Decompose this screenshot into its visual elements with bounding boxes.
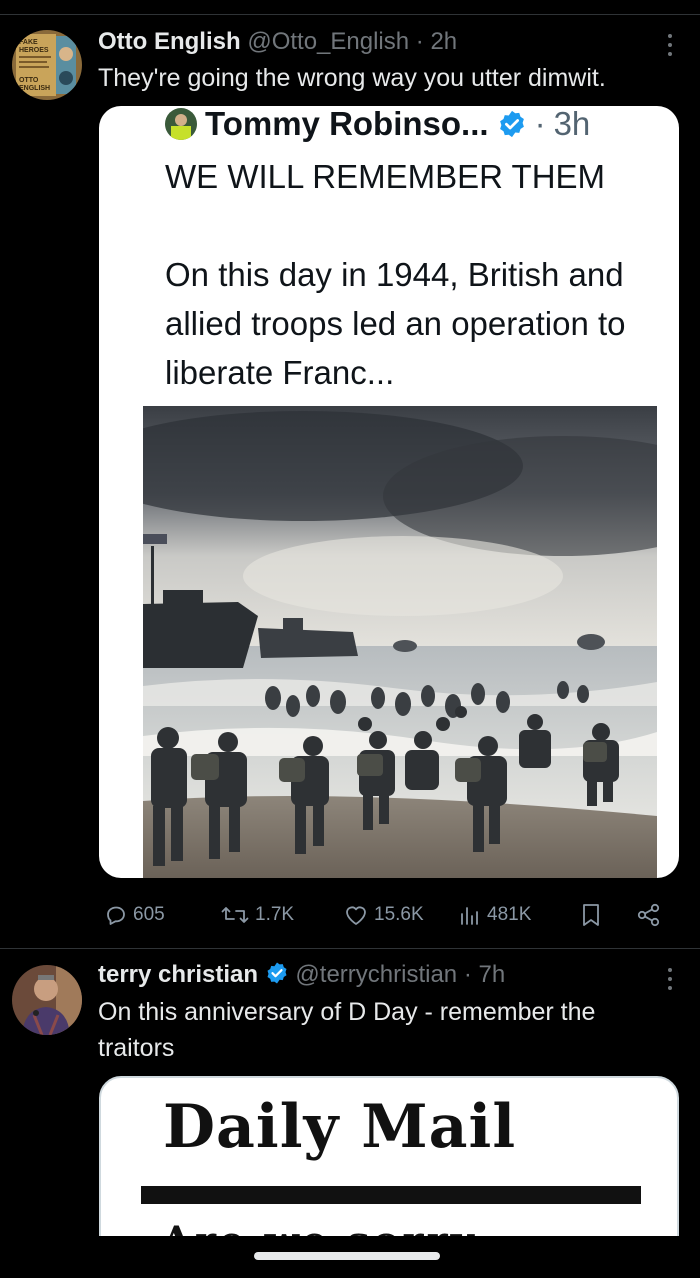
quoted-avatar bbox=[165, 108, 197, 140]
avatar-text-1: FAKE bbox=[19, 39, 38, 46]
separator-dot: · bbox=[409, 28, 431, 55]
bookmark-icon bbox=[583, 904, 599, 926]
quoted-tweet-header: Tommy Robinso... · 3h bbox=[165, 106, 590, 142]
like-button[interactable]: 15.6K bbox=[343, 895, 424, 935]
quoted-display-name: Tommy Robinso... bbox=[205, 106, 489, 142]
quoted-tweet-screenshot: Tommy Robinso... · 3h WE WILL REMEMBER TH… bbox=[143, 106, 657, 878]
tweet-text: They're going the wrong way you utter di… bbox=[98, 64, 606, 92]
repost-icon bbox=[221, 907, 249, 923]
repost-button[interactable]: 1.7K bbox=[220, 895, 294, 935]
reply-icon bbox=[107, 906, 125, 925]
display-name[interactable]: Otto English bbox=[98, 28, 241, 55]
user-handle[interactable]: @terrychristian bbox=[295, 961, 457, 988]
view-count: 481K bbox=[487, 904, 532, 925]
timestamp[interactable]: 2h bbox=[430, 28, 457, 55]
separator-dot: · bbox=[457, 961, 479, 988]
avatar-text-4: ENGLISH bbox=[19, 85, 50, 92]
avatar[interactable]: FAKE HEROES OTTO ENGLISH bbox=[12, 30, 82, 100]
masthead-side-print bbox=[104, 1084, 118, 1234]
views-button[interactable]: 481K bbox=[458, 895, 531, 935]
tweet-otto-english[interactable]: FAKE HEROES OTTO ENGLISH Otto English @O… bbox=[0, 0, 700, 948]
share-icon bbox=[637, 903, 660, 927]
home-indicator[interactable] bbox=[254, 1252, 440, 1260]
masthead-rule bbox=[141, 1186, 641, 1204]
more-options-icon[interactable] bbox=[666, 968, 674, 990]
avatar[interactable] bbox=[12, 965, 82, 1035]
d-day-landing-image bbox=[143, 406, 657, 878]
avatar-text-2: HEROES bbox=[19, 47, 49, 54]
display-name[interactable]: terry christian bbox=[98, 961, 258, 988]
tweet-header: Otto English @Otto_English · 2h bbox=[98, 28, 457, 56]
bookmark-button[interactable] bbox=[580, 895, 602, 935]
quoted-tweet-text: WE WILL REMEMBER THEM On this day in 194… bbox=[165, 158, 626, 391]
quoted-separator: · bbox=[534, 106, 546, 142]
like-count: 15.6K bbox=[374, 904, 424, 925]
newspaper-masthead: Daily Mail bbox=[163, 1092, 517, 1162]
reply-button[interactable]: 605 bbox=[104, 895, 165, 935]
user-handle[interactable]: @Otto_English bbox=[247, 28, 409, 55]
reply-count: 605 bbox=[133, 904, 165, 925]
verified-badge-icon bbox=[267, 962, 287, 984]
tweet-image-daily-mail[interactable]: Daily Mail Are we sorry bbox=[99, 1076, 679, 1246]
quoted-timestamp: 3h bbox=[553, 106, 591, 142]
share-button[interactable] bbox=[636, 895, 662, 935]
tweet-actions: 605 1.7K 15.6K 481K bbox=[0, 895, 700, 935]
tweet-header: terry christian @terrychristian · 7h bbox=[98, 961, 505, 989]
timestamp[interactable]: 7h bbox=[478, 961, 505, 988]
repost-count: 1.7K bbox=[255, 904, 295, 925]
heart-icon bbox=[346, 906, 366, 925]
avatar-text-3: OTTO bbox=[19, 77, 39, 84]
verified-badge-icon bbox=[499, 110, 524, 138]
tweet-text: On this anniversary of D Day - remember … bbox=[98, 998, 596, 1062]
more-options-icon[interactable] bbox=[666, 34, 674, 56]
views-icon bbox=[461, 907, 478, 925]
quoted-tweet-card[interactable]: Tommy Robinso... · 3h WE WILL REMEMBER TH… bbox=[99, 106, 679, 878]
